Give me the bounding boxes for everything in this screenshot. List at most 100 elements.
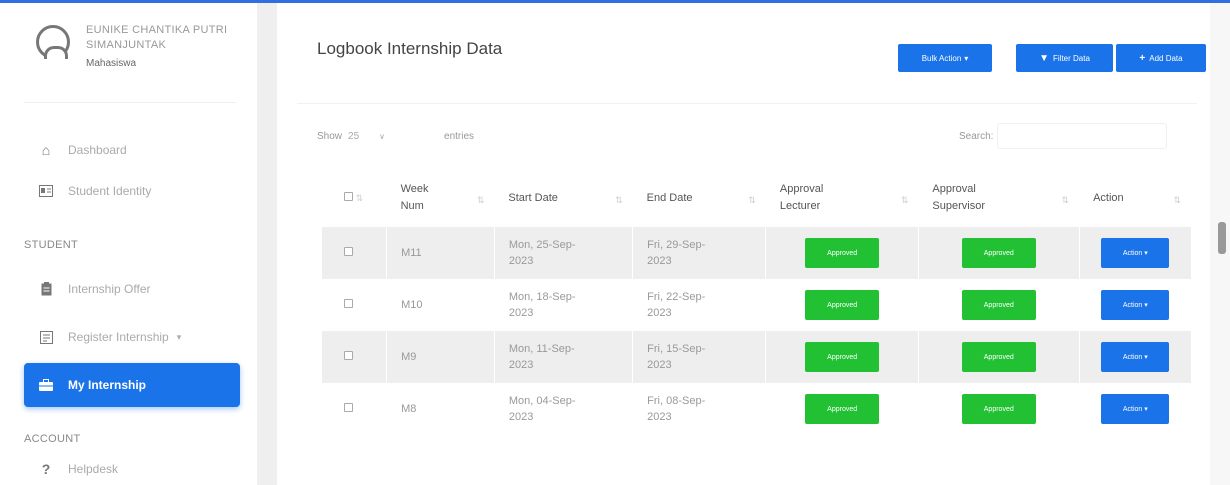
sort-icon: ⇅ bbox=[900, 195, 909, 205]
search-control: Search: bbox=[959, 123, 1168, 149]
lecturer-approval-cell: Approved bbox=[765, 227, 919, 279]
lecturer-approval-cell: Approved bbox=[765, 279, 919, 331]
approved-badge: Approved bbox=[805, 290, 880, 320]
briefcase-icon bbox=[38, 377, 54, 393]
sidebar-divider bbox=[24, 102, 236, 103]
sidebar-item-dashboard[interactable]: ⌂ Dashboard bbox=[24, 128, 240, 172]
week-cell: M10 bbox=[386, 279, 495, 331]
action-label: Action bbox=[1122, 353, 1143, 361]
sort-icon: ⇅ bbox=[748, 195, 756, 205]
start-date-cell: Mon, 11-Sep-2023 bbox=[493, 331, 633, 383]
row-select-cell bbox=[320, 331, 387, 383]
row-action-button[interactable]: Action ▾ bbox=[1101, 342, 1170, 372]
entries-label: entries bbox=[444, 131, 475, 142]
start-date: Mon, 04-Sep-2023 bbox=[508, 395, 576, 423]
clipboard-icon bbox=[38, 281, 54, 297]
action-label: Action bbox=[1122, 405, 1143, 413]
column-action[interactable]: Action ⇅ bbox=[1079, 169, 1191, 227]
filter-data-label: Filter Data bbox=[1053, 53, 1090, 63]
row-checkbox[interactable] bbox=[344, 299, 353, 308]
main-content: Logbook Internship Data Bulk Action ▾ ▼ … bbox=[287, 3, 1206, 485]
header-divider bbox=[297, 103, 1197, 104]
user-role: Mahasiswa bbox=[86, 58, 137, 69]
sort-icon: ⇅ bbox=[615, 195, 623, 205]
column-approval-supervisor[interactable]: Approval Supervisor ⇅ bbox=[918, 169, 1079, 227]
sidebar-item-student-identity[interactable]: Student Identity bbox=[24, 169, 240, 213]
row-checkbox[interactable] bbox=[344, 247, 353, 256]
page-length-value: 25 bbox=[348, 131, 360, 142]
action-cell: Action ▾ bbox=[1078, 331, 1191, 383]
column-label: Approval Supervisor bbox=[932, 183, 985, 212]
lecturer-approval-cell: Approved bbox=[765, 331, 919, 383]
end-date: Fri, 22-Sep-2023 bbox=[647, 291, 706, 319]
start-date-cell: Mon, 04-Sep-2023 bbox=[493, 383, 633, 435]
column-start-date[interactable]: Start Date ⇅ bbox=[494, 169, 632, 227]
sort-icon: ⇅ bbox=[1061, 195, 1070, 205]
start-date-cell: Mon, 25-Sep-2023 bbox=[493, 227, 633, 279]
scrollbar-handle[interactable] bbox=[1218, 222, 1226, 254]
row-action-button[interactable]: Action ▾ bbox=[1101, 238, 1170, 268]
select-all-header[interactable]: ⇅ bbox=[322, 169, 387, 227]
column-label: Start Date bbox=[508, 192, 558, 204]
row-action-button[interactable]: Action ▾ bbox=[1101, 290, 1170, 320]
table-row: M8 Mon, 04-Sep-2023 Fri, 08-Sep-2023 App… bbox=[320, 383, 1191, 435]
row-action-button[interactable]: Action ▾ bbox=[1101, 394, 1170, 424]
avatar bbox=[36, 25, 70, 59]
approved-badge: Approved bbox=[961, 238, 1036, 268]
logbook-table: ⇅ Week Num ⇅ Start Date ⇅ End Date ⇅ App… bbox=[320, 169, 1192, 435]
lecturer-approval-cell: Approved bbox=[765, 383, 919, 435]
end-date-cell: Fri, 22-Sep-2023 bbox=[632, 279, 766, 331]
user-profile[interactable]: EUNIKE CHANTIKA PUTRI SIMANJUNTAK Mahasi… bbox=[36, 13, 246, 103]
approved-badge: Approved bbox=[805, 394, 880, 424]
start-date: Mon, 11-Sep-2023 bbox=[508, 343, 575, 371]
sidebar-item-label: Helpdesk bbox=[68, 462, 119, 476]
bulk-action-button[interactable]: Bulk Action ▾ bbox=[898, 44, 992, 72]
add-data-button[interactable]: + Add Data bbox=[1116, 44, 1206, 72]
page-length-select[interactable]: 25 ∨ bbox=[348, 131, 438, 142]
sidebar-item-internship-offer[interactable]: Internship Offer bbox=[24, 267, 240, 311]
column-label: Action bbox=[1093, 192, 1124, 204]
filter-data-button[interactable]: ▼ Filter Data bbox=[1016, 44, 1113, 72]
row-checkbox[interactable] bbox=[344, 351, 353, 360]
row-select-cell bbox=[320, 383, 387, 435]
sort-icon: ⇅ bbox=[476, 195, 485, 205]
page-length-control: Show 25 ∨ entries bbox=[317, 131, 474, 142]
bulk-action-label: Bulk Action bbox=[921, 53, 962, 63]
action-label: Action bbox=[1122, 301, 1143, 309]
end-date-cell: Fri, 15-Sep-2023 bbox=[632, 331, 766, 383]
supervisor-approval-cell: Approved bbox=[917, 331, 1080, 383]
section-label-student: STUDENT bbox=[24, 239, 79, 251]
column-approval-lecturer[interactable]: Approval Lecturer ⇅ bbox=[766, 169, 919, 227]
column-end-date[interactable]: End Date ⇅ bbox=[633, 169, 766, 227]
approved-badge: Approved bbox=[805, 342, 880, 372]
sidebar-item-label: Register Internship bbox=[68, 330, 169, 344]
row-checkbox[interactable] bbox=[344, 403, 353, 412]
approved-badge: Approved bbox=[961, 342, 1036, 372]
search-input[interactable] bbox=[997, 123, 1168, 149]
column-label: Approval Lecturer bbox=[779, 183, 824, 212]
end-date-cell: Fri, 29-Sep-2023 bbox=[632, 227, 766, 279]
table-row: M10 Mon, 18-Sep-2023 Fri, 22-Sep-2023 Ap… bbox=[320, 279, 1191, 331]
approved-badge: Approved bbox=[961, 394, 1036, 424]
user-name: EUNIKE CHANTIKA PUTRI SIMANJUNTAK bbox=[86, 24, 228, 51]
action-cell: Action ▾ bbox=[1078, 279, 1191, 331]
sidebar-item-label: Student Identity bbox=[68, 184, 152, 198]
column-label: Week Num bbox=[400, 183, 429, 212]
filter-icon: ▼ bbox=[1039, 52, 1049, 64]
column-week-num[interactable]: Week Num ⇅ bbox=[387, 169, 495, 227]
sort-icon: ⇅ bbox=[355, 193, 364, 203]
table-row: M11 Mon, 25-Sep-2023 Fri, 29-Sep-2023 Ap… bbox=[320, 227, 1191, 279]
table-header-row: ⇅ Week Num ⇅ Start Date ⇅ End Date ⇅ App… bbox=[322, 169, 1192, 227]
action-cell: Action ▾ bbox=[1078, 383, 1191, 435]
end-date-cell: Fri, 08-Sep-2023 bbox=[632, 383, 766, 435]
sidebar-item-helpdesk[interactable]: ? Helpdesk bbox=[24, 447, 240, 485]
sidebar-item-register-internship[interactable]: Register Internship ▾ bbox=[24, 315, 240, 359]
sidebar-item-my-internship[interactable]: My Internship bbox=[24, 363, 240, 407]
approved-badge: Approved bbox=[805, 238, 880, 268]
end-date: Fri, 08-Sep-2023 bbox=[647, 395, 706, 423]
end-date: Fri, 29-Sep-2023 bbox=[647, 239, 706, 267]
start-date: Mon, 18-Sep-2023 bbox=[508, 291, 576, 319]
select-all-checkbox[interactable] bbox=[343, 192, 353, 201]
start-date: Mon, 25-Sep-2023 bbox=[508, 239, 576, 267]
sidebar: EUNIKE CHANTIKA PUTRI SIMANJUNTAK Mahasi… bbox=[0, 3, 257, 485]
